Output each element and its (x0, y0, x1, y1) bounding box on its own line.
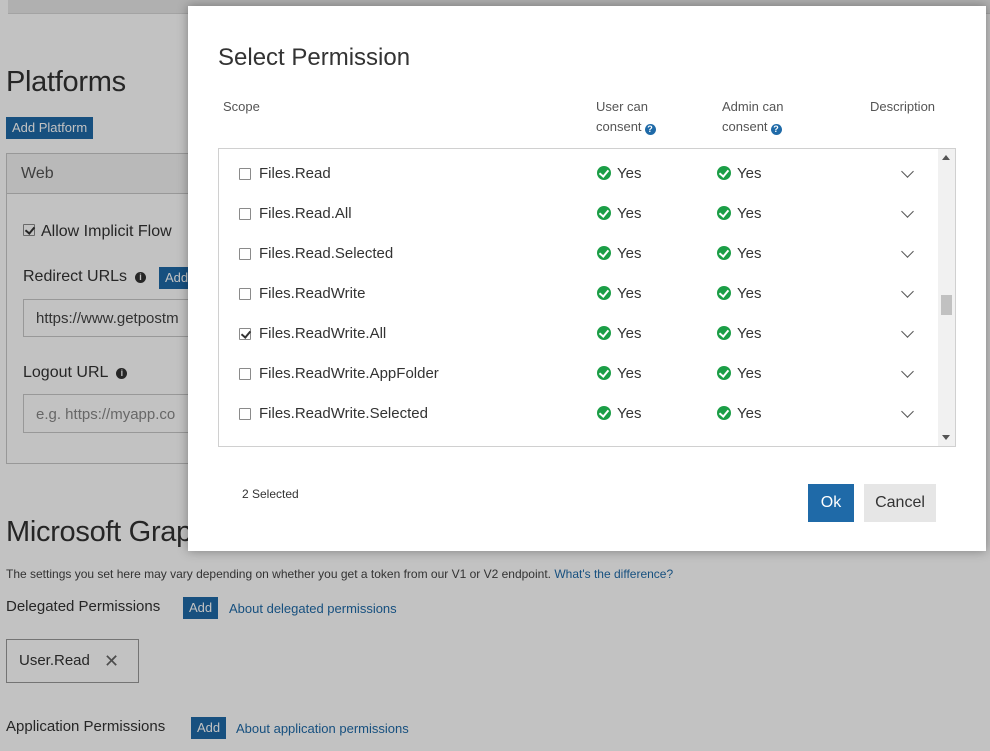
admin-consent-value: Yes (717, 245, 761, 262)
help-icon[interactable]: ? (770, 124, 782, 135)
check-circle-icon (717, 166, 731, 180)
permission-row[interactable]: Files.ReadWrite Yes Yes (219, 274, 939, 314)
chevron-down-icon[interactable] (901, 405, 914, 418)
check-circle-icon (717, 366, 731, 380)
permission-row[interactable]: Files.Read.Selected Yes Yes (219, 234, 939, 274)
user-consent-line2: consent? (596, 117, 656, 137)
check-circle-icon (597, 366, 611, 380)
scope-name: Files.ReadWrite.Selected (259, 405, 428, 422)
chevron-down-icon[interactable] (901, 325, 914, 338)
check-circle-icon (597, 166, 611, 180)
chevron-down-icon[interactable] (901, 245, 914, 258)
row-checkbox[interactable] (239, 328, 251, 340)
scope-name: Files.ReadWrite.AppFolder (259, 365, 439, 382)
row-checkbox[interactable] (239, 408, 251, 420)
admin-consent-value: Yes (717, 365, 761, 382)
row-checkbox[interactable] (239, 288, 251, 300)
permission-row-partial[interactable] (219, 434, 939, 447)
permission-row[interactable]: Files.Read Yes Yes (219, 154, 939, 194)
selected-count: 2 Selected (242, 487, 299, 501)
user-consent-text: Yes (617, 205, 642, 222)
check-circle-icon (717, 286, 731, 300)
admin-consent-value: Yes (717, 325, 761, 342)
scrollbar-thumb[interactable] (941, 295, 952, 315)
scroll-up-arrow-icon[interactable] (942, 155, 950, 160)
user-consent-text: Yes (617, 165, 642, 182)
check-circle-icon (597, 446, 611, 447)
admin-consent-text: Yes (737, 245, 762, 262)
column-header-scope: Scope (223, 99, 260, 114)
user-consent-value: Yes (597, 165, 641, 182)
scope-name: Files.Read.All (259, 205, 352, 222)
help-icon[interactable]: ? (644, 124, 656, 135)
column-header-user-consent: User can consent? (596, 97, 656, 137)
chevron-down-icon[interactable] (901, 165, 914, 178)
check-circle-icon (717, 406, 731, 420)
ok-button[interactable]: Ok (808, 484, 854, 522)
row-checkbox[interactable] (239, 368, 251, 380)
user-consent-value: Yes (597, 285, 641, 302)
check-circle-icon (597, 286, 611, 300)
scope-name: Files.ReadWrite (259, 285, 366, 302)
admin-consent-value (717, 445, 737, 447)
user-consent-text: Yes (617, 405, 642, 422)
user-consent-value: Yes (597, 365, 641, 382)
admin-consent-value: Yes (717, 285, 761, 302)
select-permission-dialog: Select Permission Scope User can consent… (188, 6, 986, 551)
user-consent-text: consent (596, 119, 642, 134)
admin-consent-text: Yes (737, 365, 762, 382)
user-consent-text: Yes (617, 365, 642, 382)
admin-consent-text: consent (722, 119, 768, 134)
admin-consent-line1: Admin can (722, 99, 784, 114)
scroll-down-arrow-icon[interactable] (942, 435, 950, 440)
admin-consent-value: Yes (717, 205, 761, 222)
admin-consent-line2: consent? (722, 117, 783, 137)
admin-consent-text: Yes (737, 405, 762, 422)
admin-consent-text: Yes (737, 165, 762, 182)
check-circle-icon (717, 446, 731, 447)
chevron-down-icon[interactable] (901, 365, 914, 378)
column-header-description: Description (870, 99, 936, 114)
permission-row[interactable]: Files.Read.All Yes Yes (219, 194, 939, 234)
permission-list[interactable]: Files.Read Yes Yes Files.Read.All Yes Ye… (218, 148, 956, 447)
user-consent-text: Yes (617, 245, 642, 262)
check-circle-icon (717, 246, 731, 260)
column-header-admin-consent: Admin can consent? (722, 97, 783, 137)
admin-consent-value: Yes (717, 405, 761, 422)
permission-row[interactable]: Files.ReadWrite.AppFolder Yes Yes (219, 354, 939, 394)
check-circle-icon (597, 326, 611, 340)
row-checkbox[interactable] (239, 208, 251, 220)
user-consent-text: Yes (617, 325, 642, 342)
scope-name: Files.Read (259, 165, 331, 182)
user-consent-value: Yes (597, 405, 641, 422)
row-checkbox[interactable] (239, 168, 251, 180)
row-checkbox[interactable] (239, 248, 251, 260)
admin-consent-text: Yes (737, 205, 762, 222)
scope-name: Files.ReadWrite.All (259, 325, 387, 342)
user-consent-value (597, 445, 617, 447)
check-circle-icon (717, 206, 731, 220)
dialog-title: Select Permission (218, 44, 411, 71)
permission-row[interactable]: Files.ReadWrite.Selected Yes Yes (219, 394, 939, 434)
list-scrollbar[interactable] (938, 149, 955, 446)
user-consent-value: Yes (597, 205, 641, 222)
user-consent-line1: User can (596, 99, 649, 114)
check-circle-icon (597, 206, 611, 220)
scope-name: Files.Read.Selected (259, 245, 394, 262)
check-circle-icon (597, 246, 611, 260)
check-circle-icon (717, 326, 731, 340)
chevron-down-icon[interactable] (901, 285, 914, 298)
user-consent-value: Yes (597, 245, 641, 262)
user-consent-text: Yes (617, 285, 642, 302)
permission-row[interactable]: Files.ReadWrite.All Yes Yes (219, 314, 939, 354)
cancel-button[interactable]: Cancel (864, 484, 936, 522)
admin-consent-text: Yes (737, 325, 762, 342)
admin-consent-value: Yes (717, 165, 761, 182)
user-consent-value: Yes (597, 325, 641, 342)
chevron-down-icon[interactable] (901, 205, 914, 218)
check-circle-icon (597, 406, 611, 420)
admin-consent-text: Yes (737, 285, 762, 302)
